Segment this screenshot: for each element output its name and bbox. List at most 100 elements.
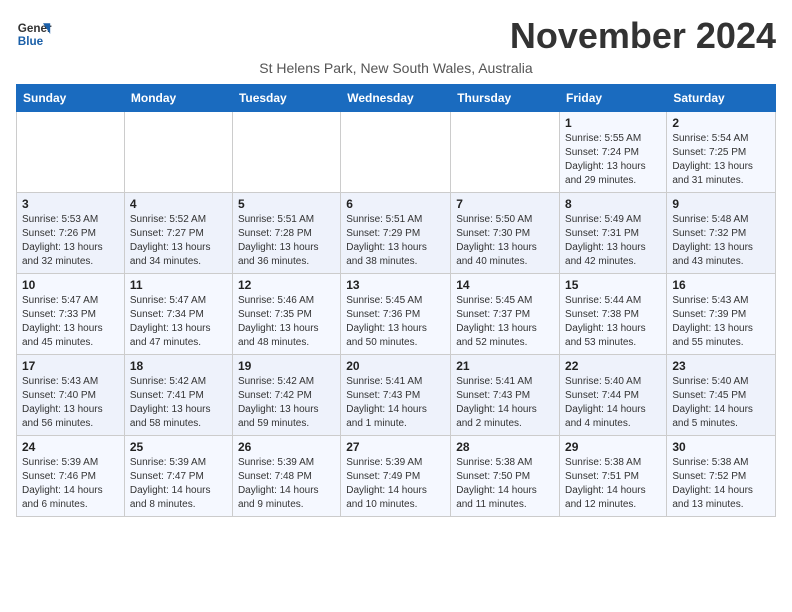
day-number: 25 (130, 440, 227, 454)
week-row-4: 17 Sunrise: 5:43 AM Sunset: 7:40 PM Dayli… (17, 354, 776, 435)
header-day-friday: Friday (560, 84, 667, 111)
day-number: 17 (22, 359, 119, 373)
calendar-cell: 6 Sunrise: 5:51 AM Sunset: 7:29 PM Daylig… (341, 192, 451, 273)
calendar-cell: 10 Sunrise: 5:47 AM Sunset: 7:33 PM Dayli… (17, 273, 125, 354)
calendar-cell (124, 111, 232, 192)
day-number: 15 (565, 278, 661, 292)
day-number: 28 (456, 440, 554, 454)
calendar-cell: 24Sunrise: 5:39 AM Sunset: 7:46 PM Dayli… (17, 435, 125, 516)
day-number: 12 (238, 278, 335, 292)
calendar-cell (451, 111, 560, 192)
header-day-sunday: Sunday (17, 84, 125, 111)
day-info: Sunrise: 5:55 AM Sunset: 7:24 PM Dayligh… (565, 132, 661, 188)
day-number: 30 (672, 440, 770, 454)
day-info: Sunrise: 5:39 AM Sunset: 7:47 PM Dayligh… (130, 456, 227, 512)
calendar-cell: 23 Sunrise: 5:40 AM Sunset: 7:45 PM Dayli… (667, 354, 776, 435)
day-info: Sunrise: 5:40 AM Sunset: 7:44 PM Dayligh… (565, 375, 661, 431)
calendar-cell: 2 Sunrise: 5:54 AM Sunset: 7:25 PM Daylig… (667, 111, 776, 192)
calendar-cell: 28 Sunrise: 5:38 AM Sunset: 7:50 PM Dayli… (451, 435, 560, 516)
calendar-cell: 22 Sunrise: 5:40 AM Sunset: 7:44 PM Dayli… (560, 354, 667, 435)
day-number: 9 (672, 197, 770, 211)
day-number: 23 (672, 359, 770, 373)
day-number: 8 (565, 197, 661, 211)
day-number: 5 (238, 197, 335, 211)
header-day-tuesday: Tuesday (232, 84, 340, 111)
day-info: Sunrise: 5:50 AM Sunset: 7:30 PM Dayligh… (456, 213, 554, 269)
day-number: 13 (346, 278, 445, 292)
logo-icon: General Blue (16, 16, 52, 52)
day-info: Sunrise: 5:40 AM Sunset: 7:45 PM Dayligh… (672, 375, 770, 431)
day-info: Sunrise: 5:47 AM Sunset: 7:33 PM Dayligh… (22, 294, 119, 350)
week-row-2: 3 Sunrise: 5:53 AM Sunset: 7:26 PM Daylig… (17, 192, 776, 273)
day-number: 1 (565, 116, 661, 130)
day-info: Sunrise: 5:39 AM Sunset: 7:48 PM Dayligh… (238, 456, 335, 512)
day-number: 20 (346, 359, 445, 373)
day-info: Sunrise: 5:41 AM Sunset: 7:43 PM Dayligh… (346, 375, 445, 431)
calendar-cell (232, 111, 340, 192)
day-number: 2 (672, 116, 770, 130)
calendar-cell: 12 Sunrise: 5:46 AM Sunset: 7:35 PM Dayli… (232, 273, 340, 354)
header-day-thursday: Thursday (451, 84, 560, 111)
day-info: Sunrise: 5:47 AM Sunset: 7:34 PM Dayligh… (130, 294, 227, 350)
day-number: 22 (565, 359, 661, 373)
day-info: Sunrise: 5:48 AM Sunset: 7:32 PM Dayligh… (672, 213, 770, 269)
day-info: Sunrise: 5:46 AM Sunset: 7:35 PM Dayligh… (238, 294, 335, 350)
title-block: November 2024 (510, 16, 776, 56)
day-info: Sunrise: 5:43 AM Sunset: 7:40 PM Dayligh… (22, 375, 119, 431)
day-info: Sunrise: 5:53 AM Sunset: 7:26 PM Dayligh… (22, 213, 119, 269)
day-number: 18 (130, 359, 227, 373)
calendar-cell (341, 111, 451, 192)
day-number: 19 (238, 359, 335, 373)
day-number: 14 (456, 278, 554, 292)
calendar-cell: 20 Sunrise: 5:41 AM Sunset: 7:43 PM Dayli… (341, 354, 451, 435)
calendar-table: SundayMondayTuesdayWednesdayThursdayFrid… (16, 84, 776, 517)
day-number: 7 (456, 197, 554, 211)
day-number: 10 (22, 278, 119, 292)
calendar-cell: 21 Sunrise: 5:41 AM Sunset: 7:43 PM Dayli… (451, 354, 560, 435)
week-row-3: 10 Sunrise: 5:47 AM Sunset: 7:33 PM Dayli… (17, 273, 776, 354)
day-info: Sunrise: 5:52 AM Sunset: 7:27 PM Dayligh… (130, 213, 227, 269)
day-info: Sunrise: 5:54 AM Sunset: 7:25 PM Dayligh… (672, 132, 770, 188)
day-info: Sunrise: 5:51 AM Sunset: 7:28 PM Dayligh… (238, 213, 335, 269)
calendar-cell: 5 Sunrise: 5:51 AM Sunset: 7:28 PM Daylig… (232, 192, 340, 273)
logo: General Blue (16, 16, 52, 52)
calendar-cell: 29 Sunrise: 5:38 AM Sunset: 7:51 PM Dayli… (560, 435, 667, 516)
day-number: 21 (456, 359, 554, 373)
header-row: SundayMondayTuesdayWednesdayThursdayFrid… (17, 84, 776, 111)
calendar-cell: 30 Sunrise: 5:38 AM Sunset: 7:52 PM Dayli… (667, 435, 776, 516)
week-row-1: 1 Sunrise: 5:55 AM Sunset: 7:24 PM Daylig… (17, 111, 776, 192)
calendar-cell: 16Sunrise: 5:43 AM Sunset: 7:39 PM Dayli… (667, 273, 776, 354)
day-number: 29 (565, 440, 661, 454)
calendar-cell: 25 Sunrise: 5:39 AM Sunset: 7:47 PM Dayli… (124, 435, 232, 516)
calendar-cell: 19 Sunrise: 5:42 AM Sunset: 7:42 PM Dayli… (232, 354, 340, 435)
calendar-cell (17, 111, 125, 192)
week-row-5: 24Sunrise: 5:39 AM Sunset: 7:46 PM Dayli… (17, 435, 776, 516)
day-info: Sunrise: 5:45 AM Sunset: 7:37 PM Dayligh… (456, 294, 554, 350)
subtitle: St Helens Park, New South Wales, Austral… (16, 60, 776, 76)
calendar-cell: 8Sunrise: 5:49 AM Sunset: 7:31 PM Daylig… (560, 192, 667, 273)
day-info: Sunrise: 5:38 AM Sunset: 7:52 PM Dayligh… (672, 456, 770, 512)
calendar-cell: 7 Sunrise: 5:50 AM Sunset: 7:30 PM Daylig… (451, 192, 560, 273)
calendar-cell: 9 Sunrise: 5:48 AM Sunset: 7:32 PM Daylig… (667, 192, 776, 273)
day-info: Sunrise: 5:51 AM Sunset: 7:29 PM Dayligh… (346, 213, 445, 269)
day-info: Sunrise: 5:41 AM Sunset: 7:43 PM Dayligh… (456, 375, 554, 431)
calendar-cell: 15 Sunrise: 5:44 AM Sunset: 7:38 PM Dayli… (560, 273, 667, 354)
month-title: November 2024 (510, 16, 776, 56)
calendar-cell: 27Sunrise: 5:39 AM Sunset: 7:49 PM Dayli… (341, 435, 451, 516)
calendar-cell: 1 Sunrise: 5:55 AM Sunset: 7:24 PM Daylig… (560, 111, 667, 192)
page-header: General Blue November 2024 (16, 16, 776, 56)
day-info: Sunrise: 5:39 AM Sunset: 7:49 PM Dayligh… (346, 456, 445, 512)
day-number: 6 (346, 197, 445, 211)
calendar-cell: 4Sunrise: 5:52 AM Sunset: 7:27 PM Daylig… (124, 192, 232, 273)
day-number: 26 (238, 440, 335, 454)
day-info: Sunrise: 5:42 AM Sunset: 7:42 PM Dayligh… (238, 375, 335, 431)
day-info: Sunrise: 5:44 AM Sunset: 7:38 PM Dayligh… (565, 294, 661, 350)
day-number: 3 (22, 197, 119, 211)
svg-text:Blue: Blue (18, 35, 44, 48)
day-number: 11 (130, 278, 227, 292)
day-info: Sunrise: 5:38 AM Sunset: 7:51 PM Dayligh… (565, 456, 661, 512)
day-info: Sunrise: 5:43 AM Sunset: 7:39 PM Dayligh… (672, 294, 770, 350)
day-info: Sunrise: 5:38 AM Sunset: 7:50 PM Dayligh… (456, 456, 554, 512)
calendar-cell: 26 Sunrise: 5:39 AM Sunset: 7:48 PM Dayli… (232, 435, 340, 516)
header-day-monday: Monday (124, 84, 232, 111)
